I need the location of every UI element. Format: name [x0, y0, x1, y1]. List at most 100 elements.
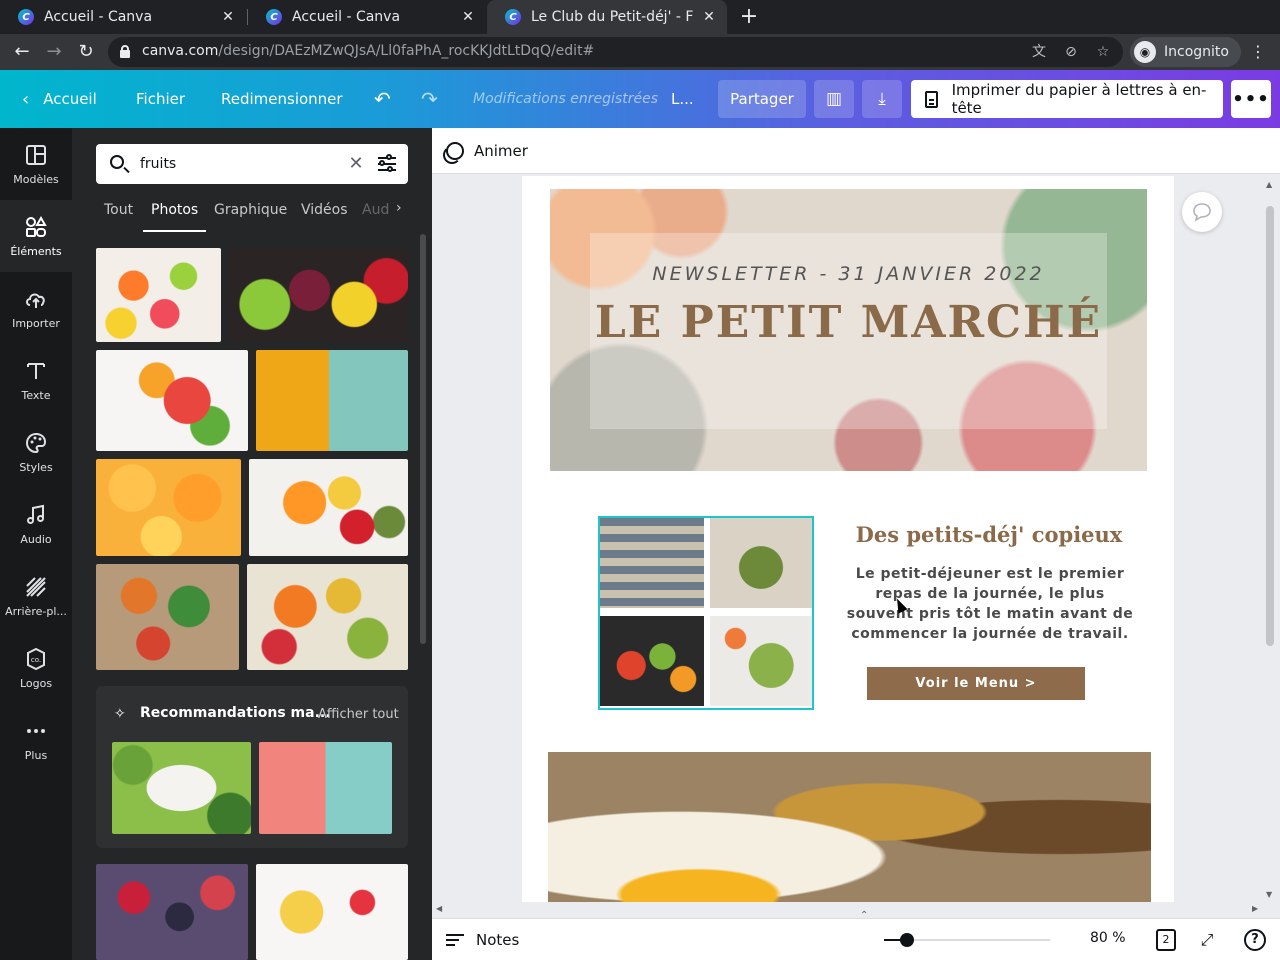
- rail-item-background[interactable]: Arrière-pl...: [0, 560, 72, 632]
- reload-icon[interactable]: ↻: [74, 40, 98, 64]
- newsletter-date[interactable]: NEWSLETTER - 31 JANVIER 2022: [550, 263, 1147, 285]
- search-icon: [110, 155, 124, 169]
- upload-cloud-icon: [26, 293, 45, 308]
- animate-icon: [443, 142, 464, 164]
- search-box[interactable]: ✕: [96, 144, 408, 184]
- design-page[interactable]: NEWSLETTER - 31 JANVIER 2022 LE PETIT MA…: [522, 176, 1174, 902]
- photo-citrus-slices[interactable]: [96, 459, 241, 556]
- tab-all[interactable]: Tout: [104, 198, 133, 232]
- photo-orange-teal[interactable]: [256, 350, 408, 451]
- chevron-right-icon[interactable]: ›: [396, 200, 402, 216]
- notes-label: Notes: [476, 931, 520, 949]
- download-icon[interactable]: ⤓: [862, 80, 902, 118]
- notes-button[interactable]: Notes: [446, 930, 519, 950]
- share-button[interactable]: Partager: [718, 80, 806, 118]
- scroll-right-arrow-icon[interactable]: ▶: [1252, 904, 1258, 913]
- photo-veg-frame[interactable]: [112, 742, 251, 834]
- browser-tab-3-active[interactable]: C Le Club du Petit-déj' - Form ✕: [487, 0, 727, 34]
- rail-item-audio[interactable]: Audio: [0, 488, 72, 560]
- rail-item-upload[interactable]: Importer: [0, 272, 72, 344]
- tracking-protection-icon[interactable]: ⊘: [1062, 43, 1080, 61]
- undo-icon[interactable]: ↶: [374, 70, 391, 128]
- photo-tropical-fruits[interactable]: [247, 564, 408, 670]
- incognito-label: Incognito: [1164, 44, 1229, 60]
- translate-icon[interactable]: 文: [1030, 43, 1048, 61]
- url-omnibox[interactable]: canva.com/design/DAEzMZwQJsA/Ll0faPhA_ro…: [108, 37, 1123, 67]
- bookmark-star-icon[interactable]: ☆: [1094, 43, 1112, 61]
- print-letterhead-button[interactable]: Imprimer du papier à lettres à en-tête: [911, 80, 1223, 118]
- browser-tab-2[interactable]: C Accueil - Canva ✕: [248, 0, 486, 34]
- rail-item-logos[interactable]: co. Logos: [0, 632, 72, 704]
- collage-salad[interactable]: [710, 616, 812, 706]
- photo-berries[interactable]: [96, 864, 248, 960]
- add-comment-button[interactable]: [1182, 192, 1222, 232]
- breakfast-photo[interactable]: [548, 752, 1151, 902]
- close-tab-icon[interactable]: ✕: [220, 9, 236, 25]
- incognito-badge[interactable]: ◉ Incognito: [1130, 37, 1241, 67]
- collage-vegetables[interactable]: [600, 616, 704, 706]
- rail-item-templates[interactable]: Modèles: [0, 128, 72, 200]
- search-input[interactable]: [140, 152, 340, 176]
- elements-icon: [26, 215, 47, 237]
- filter-sliders-icon[interactable]: [376, 154, 398, 174]
- main-title[interactable]: LE PETIT MARCHÉ: [550, 297, 1147, 348]
- redo-icon[interactable]: ↷: [421, 70, 438, 128]
- document-icon: [925, 90, 938, 108]
- animate-button[interactable]: Animer: [443, 140, 528, 164]
- logo-icon: co.: [27, 647, 45, 670]
- photo-produce-bags[interactable]: [259, 742, 392, 834]
- tab-title: Le Club du Petit-déj' - Form: [531, 9, 693, 25]
- tab-photos[interactable]: Photos: [142, 198, 207, 232]
- editor-scrollbar[interactable]: [1266, 206, 1274, 646]
- hero-image[interactable]: NEWSLETTER - 31 JANVIER 2022 LE PETIT MA…: [550, 189, 1147, 471]
- zoom-level[interactable]: 80 %: [1090, 930, 1126, 946]
- text-icon: [27, 362, 45, 379]
- close-tab-icon[interactable]: ✕: [460, 9, 476, 25]
- back-arrow-icon[interactable]: ←: [10, 40, 34, 64]
- editor-toolbar: Animer: [432, 128, 1280, 174]
- photo-vegetables[interactable]: [96, 564, 239, 670]
- photo-citrus-mix[interactable]: [249, 459, 408, 556]
- collage-green-toast[interactable]: [710, 518, 812, 608]
- scroll-left-arrow-icon[interactable]: ◀: [436, 904, 442, 913]
- music-note-icon: [27, 504, 44, 524]
- tab-audio[interactable]: Aud: [362, 198, 389, 232]
- scroll-down-arrow-icon[interactable]: ▼: [1266, 890, 1272, 899]
- page-count-button[interactable]: 2: [1156, 929, 1176, 951]
- browser-menu-icon[interactable]: ⋮: [1250, 40, 1266, 64]
- tab-videos[interactable]: Vidéos: [301, 198, 348, 232]
- fullscreen-icon[interactable]: ⤢: [1196, 929, 1218, 951]
- forward-arrow-icon[interactable]: →: [42, 40, 66, 64]
- more-options-button[interactable]: •••: [1231, 80, 1271, 118]
- rail-item-text[interactable]: Texte: [0, 344, 72, 416]
- panel-scrollbar[interactable]: [420, 234, 426, 644]
- zoom-slider-handle[interactable]: [900, 933, 914, 947]
- insights-chart-icon[interactable]: ▥: [814, 80, 854, 118]
- scroll-up-arrow-icon[interactable]: ▲: [1266, 180, 1272, 189]
- close-tab-icon[interactable]: ✕: [701, 9, 717, 25]
- photo-fruit-bowl[interactable]: [96, 350, 248, 451]
- section-title[interactable]: Des petits-déj' copieux: [834, 522, 1144, 547]
- collage-grocery-shelves[interactable]: [600, 518, 704, 608]
- help-icon[interactable]: ?: [1244, 929, 1266, 951]
- home-button[interactable]: ‹ Accueil: [22, 70, 97, 128]
- resize-button[interactable]: Redimensionner: [221, 70, 343, 128]
- clear-search-icon[interactable]: ✕: [346, 154, 366, 174]
- browser-tab-1[interactable]: C Accueil - Canva ✕: [0, 0, 246, 34]
- file-menu-button[interactable]: Fichier: [136, 70, 185, 128]
- rail-item-more[interactable]: Plus: [0, 704, 72, 776]
- photo-collage-selected[interactable]: [598, 516, 814, 710]
- chevron-left-icon: ‹: [22, 88, 30, 110]
- new-tab-button[interactable]: +: [738, 4, 760, 30]
- see-all-link[interactable]: Afficher tout: [318, 707, 399, 722]
- rail-item-styles[interactable]: Styles: [0, 416, 72, 488]
- photo-fruit-platter[interactable]: [96, 248, 221, 342]
- view-menu-button[interactable]: Voir le Menu >: [867, 667, 1085, 700]
- photo-banana-strawberry[interactable]: [256, 864, 408, 960]
- canva-header: ‹ Accueil Fichier Redimensionner ↶ ↷ Mod…: [0, 70, 1280, 128]
- section-body-text[interactable]: Le petit-déjeuner est le premier repas d…: [840, 564, 1140, 644]
- design-title[interactable]: L...: [671, 70, 694, 128]
- photo-fruit-pile[interactable]: [229, 248, 408, 342]
- tab-graphics[interactable]: Graphique: [214, 198, 287, 232]
- rail-item-elements[interactable]: Éléments: [0, 200, 72, 272]
